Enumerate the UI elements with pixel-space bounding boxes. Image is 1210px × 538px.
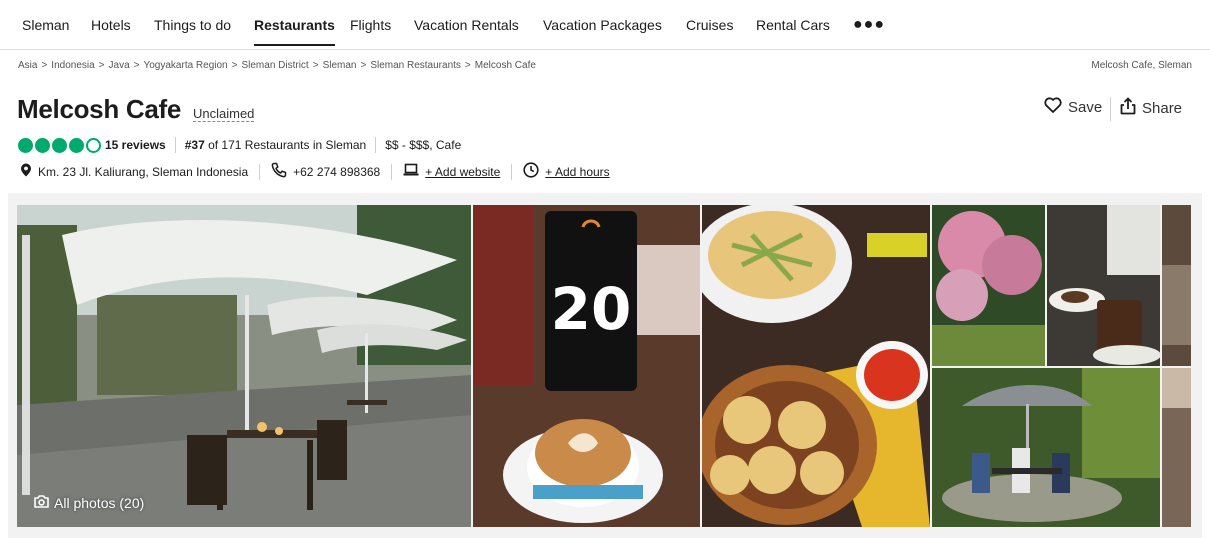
price-cuisine: $$ - $$$, Cafe (385, 138, 462, 152)
rating-bubble-filled (35, 137, 50, 153)
breadcrumb-item-indonesia[interactable]: Indonesia (51, 60, 94, 71)
nav-item-sleman[interactable]: Sleman (22, 17, 69, 33)
add-hours-link[interactable]: + Add hours (545, 165, 609, 179)
breadcrumb: Asia > Indonesia > Java > Yogyakarta Region > Sl… (18, 60, 536, 71)
divider (174, 137, 176, 153)
partial-photo-top[interactable] (1162, 205, 1191, 366)
divider (391, 163, 393, 180)
reviews-link[interactable]: 15 reviews (105, 138, 166, 152)
nav-item-flights[interactable]: Flights (350, 17, 391, 33)
ranking-text[interactable]: #37 of 171 Restaurants in Sleman (185, 138, 366, 152)
phone-item[interactable]: +62 274 898368 (271, 162, 380, 181)
clock-icon (523, 162, 539, 181)
svg-text:20: 20 (551, 275, 632, 343)
nav-item-hotels[interactable]: Hotels (91, 17, 131, 33)
breadcrumb-item-sleman-restaurants[interactable]: Sleman Restaurants (370, 60, 461, 71)
rank-number: #37 (184, 138, 205, 152)
add-website-item[interactable]: + Add website (403, 163, 500, 180)
add-hours-item[interactable]: + Add hours (523, 162, 610, 181)
food-photo[interactable] (702, 205, 930, 527)
rank-text: of 171 Restaurants in Sleman (208, 138, 367, 152)
latte-photo[interactable]: 20 (473, 205, 700, 527)
address-text: Km. 23 Jl. Kaliurang, Sleman Indonesia (38, 164, 249, 179)
location-label: Melcosh Cafe, Sleman (1091, 60, 1192, 71)
share-label: Share (1142, 99, 1183, 117)
nav-item-restaurants[interactable]: Restaurants (254, 17, 335, 46)
more-dots-icon[interactable]: ●●● (853, 17, 885, 33)
breadcrumb-item-yogyakarta-region[interactable]: Yogyakarta Region (143, 60, 227, 71)
breadcrumb-separator: > (464, 60, 471, 71)
rating-bubble-filled (52, 137, 67, 153)
map-pin-icon (20, 163, 32, 180)
rating-bubbles (18, 137, 101, 153)
address-item[interactable]: Km. 23 Jl. Kaliurang, Sleman Indonesia (20, 163, 248, 180)
nav-item-rental-cars[interactable]: Rental Cars (756, 17, 830, 33)
rating-bubble-filled (69, 137, 84, 153)
breadcrumb-separator: > (231, 60, 238, 71)
coffee-table-photo[interactable] (1047, 205, 1160, 366)
camera-icon (34, 495, 49, 511)
nav-item-things-to-do[interactable]: Things to do (154, 17, 231, 33)
rating-row: 15 reviews #37 of 171 Restaurants in Sle… (18, 137, 461, 153)
breadcrumb-separator: > (98, 60, 105, 71)
nav-item-vacation-packages[interactable]: Vacation Packages (543, 17, 662, 33)
laptop-icon (403, 163, 419, 180)
breadcrumb-separator: > (360, 60, 367, 71)
nav-item-cruises[interactable]: Cruises (686, 17, 733, 33)
breadcrumb-item-asia[interactable]: Asia (18, 60, 37, 71)
divider (375, 137, 377, 153)
top-nav: Sleman Hotels Things to do Restaurants F… (0, 0, 1210, 50)
rating-bubble-empty (86, 137, 101, 153)
phone-icon (271, 162, 287, 181)
breadcrumb-item-sleman[interactable]: Sleman (323, 60, 357, 71)
share-icon (1120, 97, 1136, 119)
all-photos-label: All photos (20) (54, 495, 145, 511)
unclaimed-link[interactable]: Unclaimed (193, 106, 255, 122)
share-button[interactable]: Share (1120, 97, 1182, 119)
divider (1110, 97, 1111, 121)
garden-seating-photo[interactable] (932, 368, 1160, 527)
partial-photo-bottom[interactable] (1162, 368, 1191, 527)
save-button[interactable]: Save (1044, 97, 1102, 117)
breadcrumb-separator: > (41, 60, 48, 71)
breadcrumb-separator: > (133, 60, 140, 71)
nav-item-vacation-rentals[interactable]: Vacation Rentals (414, 17, 519, 33)
main-photo[interactable] (17, 205, 471, 527)
phone-text: +62 274 898368 (293, 164, 381, 179)
breadcrumb-item-sleman-district[interactable]: Sleman District (241, 60, 308, 71)
add-website-link[interactable]: + Add website (425, 165, 500, 179)
breadcrumb-item-current: Melcosh Cafe (474, 60, 536, 71)
breadcrumb-item-java[interactable]: Java (109, 60, 130, 71)
garden-photo[interactable] (932, 205, 1045, 366)
save-label: Save (1068, 98, 1103, 116)
page-title: Melcosh Cafe (17, 94, 182, 124)
divider (259, 163, 261, 180)
all-photos-button[interactable]: All photos (20) (34, 495, 144, 511)
breadcrumb-separator: > (312, 60, 319, 71)
rating-bubble-filled (18, 137, 33, 153)
divider (511, 163, 513, 180)
heart-icon (1044, 97, 1062, 117)
info-row: Km. 23 Jl. Kaliurang, Sleman Indonesia +… (20, 162, 610, 181)
